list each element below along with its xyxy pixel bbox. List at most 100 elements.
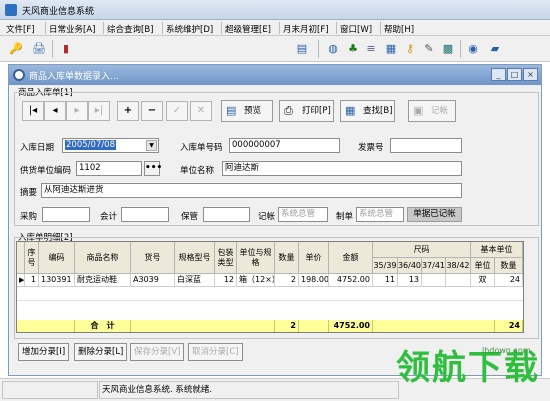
date-field[interactable]: 2005/07/08 ▼: [62, 138, 159, 153]
col-unitspec-header: 单位与规格: [237, 242, 275, 274]
total-amount: 4752.00: [329, 320, 373, 332]
key-user-icon[interactable]: 🔑: [8, 40, 24, 56]
cancel-entry-button[interactable]: 取消分录[C]: [188, 343, 243, 361]
menu-maintain[interactable]: 系统维护[D]: [166, 23, 213, 35]
buyer-field[interactable]: [42, 207, 90, 222]
row-indicator[interactable]: ▶: [17, 274, 25, 287]
cell-s2[interactable]: 13: [398, 274, 422, 287]
cell-code[interactable]: 130391: [39, 274, 75, 287]
chart-icon[interactable]: ▮: [58, 40, 74, 56]
status-text: 天风商业信息系统. 系统就绪.: [99, 381, 399, 399]
col-bqty-header: 数量: [495, 258, 523, 274]
summary-field[interactable]: 从阿迪达斯进货: [41, 183, 462, 198]
preview-icon: ▤: [226, 104, 237, 117]
tool-icon[interactable]: ✎: [421, 40, 437, 56]
accountant-label: 会计: [100, 212, 118, 222]
confirm-button[interactable]: ✓: [166, 101, 188, 121]
cell-s1[interactable]: 11: [373, 274, 398, 287]
cell-amount[interactable]: 4752.00: [329, 274, 373, 287]
cell-name[interactable]: 耐克运动鞋: [75, 274, 131, 287]
empty-row-line: [17, 300, 523, 301]
cell-price[interactable]: 198.00: [299, 274, 329, 287]
maker-label: 制单: [336, 212, 354, 222]
print-button[interactable]: ⎙ 打印[P]: [279, 100, 334, 122]
menu-window[interactable]: 窗口[W]: [340, 23, 372, 35]
col-bunit-header: 单位: [471, 258, 495, 274]
total-row-filler-2: [299, 320, 329, 332]
menu-file[interactable]: 文件[F]: [6, 23, 35, 35]
col-base-header: 基本单位: [471, 242, 523, 258]
cell-itemno[interactable]: A3039: [131, 274, 175, 287]
total-row-filler: [131, 320, 275, 332]
prev-record-button[interactable]: ◂: [44, 101, 66, 121]
first-record-button[interactable]: |◂: [22, 101, 44, 121]
maximize-button[interactable]: □: [507, 68, 522, 81]
print-icon[interactable]: 🖨: [31, 40, 47, 56]
lock-key-icon[interactable]: ⚷: [402, 40, 418, 56]
keeper-label: 保管: [181, 212, 199, 222]
maker-field[interactable]: 系统总管: [356, 207, 404, 222]
menu-admin[interactable]: 超级管理[E]: [225, 23, 271, 35]
col-amount-header: 金额: [329, 242, 373, 274]
cell-pack[interactable]: 12: [215, 274, 237, 287]
table-icon[interactable]: ▦: [383, 40, 399, 56]
close-button[interactable]: ×: [523, 68, 538, 81]
add-entry-button[interactable]: 增加分录[I]: [18, 343, 70, 361]
last-record-button[interactable]: ▸|: [88, 101, 110, 121]
cell-seq[interactable]: 1: [25, 274, 39, 287]
receipt-no-field[interactable]: 000000007: [229, 138, 340, 153]
cell-bqty[interactable]: 24: [495, 274, 523, 287]
find-button[interactable]: ▦ 查找[B]: [340, 100, 395, 122]
unit-name-label: 单位名称: [180, 166, 215, 176]
cell-spec[interactable]: 白深蓝: [175, 274, 215, 287]
receipt-no-label: 入库单号码: [180, 143, 223, 153]
date-label: 入库日期: [20, 143, 55, 153]
detail-table[interactable]: 序号 编码 商品名称 货号 规格型号 包装类型 单位与规格 数量 单价 金额 尺…: [16, 241, 524, 333]
chevron-down-icon[interactable]: ▼: [146, 140, 157, 151]
doc-icon[interactable]: ▤: [294, 40, 310, 56]
app-title-bar: 天风商业信息系统: [0, 0, 550, 20]
calc-icon[interactable]: ▩: [440, 40, 456, 56]
next-record-button[interactable]: ▸: [66, 101, 88, 121]
save-entry-button[interactable]: 保存分录[V]: [130, 343, 185, 361]
post-button[interactable]: ▣ 记帐: [408, 100, 456, 122]
globe-icon[interactable]: ◍: [325, 40, 341, 56]
delete-record-button[interactable]: −: [141, 101, 163, 121]
cell-unitspec[interactable]: 箱（12×）: [237, 274, 275, 287]
preview-button[interactable]: ▤ 预览: [221, 100, 273, 122]
bookkeeper-label: 记帐: [258, 212, 276, 222]
cell-s4[interactable]: [446, 274, 471, 287]
bookkeeper-field[interactable]: 系统总管: [278, 207, 328, 222]
menu-query[interactable]: 综合查询[B]: [107, 23, 153, 35]
delete-entry-button[interactable]: 删除分录[L]: [74, 343, 128, 361]
printer-icon: ⎙: [284, 104, 293, 117]
tree-icon[interactable]: ♣: [345, 40, 361, 56]
col-s2-header: 36/40: [398, 258, 422, 274]
receipt-window-title-bar: 商品入库单数据录入... _ □ ×: [9, 65, 541, 85]
list-icon[interactable]: ≡: [363, 40, 379, 56]
earth-icon[interactable]: ◉: [465, 40, 481, 56]
col-itemno-header: 货号: [131, 242, 175, 274]
col-s4-header: 38/42: [446, 258, 471, 274]
menu-daily[interactable]: 日常业务[A]: [49, 23, 95, 35]
keeper-field[interactable]: [203, 207, 250, 222]
cell-bunit[interactable]: 双: [471, 274, 495, 287]
lookup-button[interactable]: •••: [144, 161, 162, 176]
unit-name-field[interactable]: 阿迪达斯: [222, 161, 462, 176]
invoice-field[interactable]: [390, 138, 462, 153]
folder-icon[interactable]: ▰: [487, 40, 503, 56]
menu-help[interactable]: 帮助[H]: [384, 23, 414, 35]
menu-month[interactable]: 月末月初[F]: [283, 23, 329, 35]
add-record-button[interactable]: +: [117, 101, 139, 121]
supplier-code-field[interactable]: 1102: [76, 161, 142, 176]
cell-s3[interactable]: [422, 274, 446, 287]
row-indicator-header: [17, 242, 25, 274]
col-size-header: 尺码: [373, 242, 471, 258]
accountant-field[interactable]: [121, 207, 169, 222]
col-s1-header: 35/39: [373, 258, 398, 274]
col-spec-header: 规格型号: [175, 242, 215, 274]
minimize-button[interactable]: _: [491, 68, 506, 81]
cancel-edit-button[interactable]: ✕: [190, 101, 212, 121]
app-title: 天风商业信息系统: [22, 7, 95, 17]
cell-qty[interactable]: 2: [275, 274, 299, 287]
